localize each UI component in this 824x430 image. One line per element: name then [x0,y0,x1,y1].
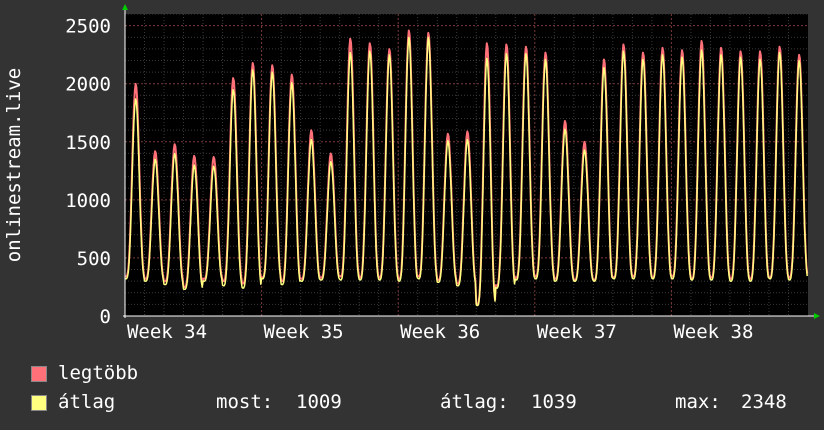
x-axis-arrow [814,313,820,319]
stat-max-label: max: [675,391,721,413]
legend-label-atlag: átlag [58,391,116,413]
x-tick-label: Week 37 [537,321,617,343]
x-tick-label: Week 36 [400,321,480,343]
x-tick-label: Week 34 [127,321,207,343]
legend-label-legtobb: legtöbb [58,362,139,384]
y-tick-label: 500 [77,248,111,270]
x-tick-label: Week 38 [673,321,753,343]
y-tick-label: 2500 [65,16,111,38]
y-tick-label: 1000 [65,190,111,212]
stat-most-label: most: [216,391,274,413]
y-tick-label: 1500 [65,132,111,154]
x-tick-label: Week 35 [264,321,344,343]
stat-atlag-label: átlag: [440,391,509,413]
legend-swatch-legtobb [31,366,47,382]
y-tick-label: 2000 [65,74,111,96]
y-tick-labels: 0 500 1000 1500 2000 2500 [65,16,111,328]
stat-atlag-value: 1039 [531,391,577,413]
y-axis-arrow [122,4,128,10]
y-tick-label: 0 [100,306,111,328]
stat-max-value: 2348 [741,391,787,413]
x-tick-labels: Week 34 Week 35 Week 36 Week 37 Week 38 [127,321,753,343]
legend-swatch-atlag [31,395,47,411]
y-axis-label: onlinestream.live [3,68,25,262]
stat-most-value: 1009 [296,391,342,413]
